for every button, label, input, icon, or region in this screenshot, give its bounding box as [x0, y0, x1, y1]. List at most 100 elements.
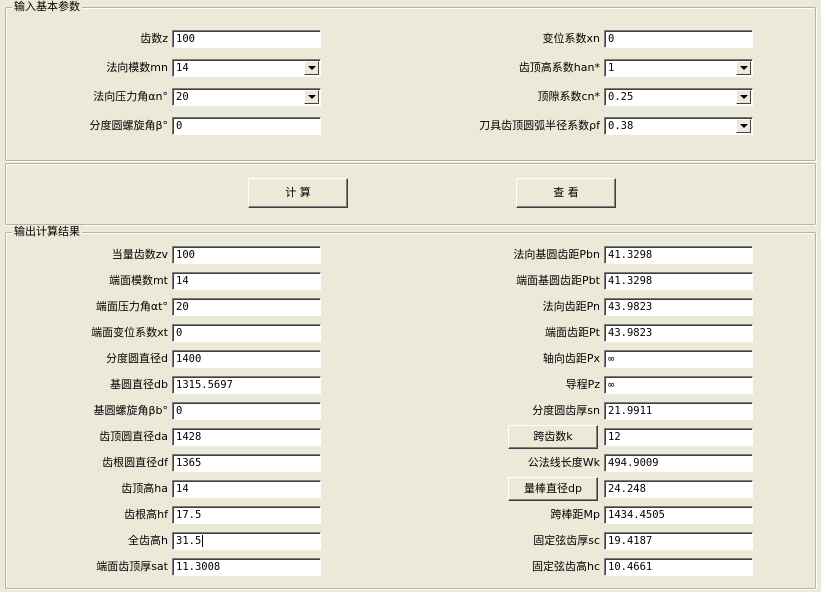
normal-module-value: 14 [176, 62, 189, 74]
pin-diameter-button[interactable]: 量棒直径dp [508, 477, 598, 501]
input-row-helix-angle: 分度圆螺旋角β° [0, 116, 168, 136]
tip-thickness-label: 端面齿顶厚sat [96, 560, 168, 573]
input-row-addendum-coef: 齿顶高系数han* [400, 58, 600, 78]
out-row-chordal-thickness: 固定弦齿厚sc [400, 531, 600, 551]
transverse-base-pitch-label: 端面基圆齿距Pbt [516, 274, 600, 287]
root-diameter-label: 齿根圆直径df [102, 456, 168, 469]
chevron-down-icon[interactable] [304, 61, 319, 75]
tip-thickness-value: 11.3008 [172, 558, 321, 576]
over-pins-value: 1434.4505 [604, 506, 753, 524]
whole-depth-field[interactable]: 31.5 [172, 532, 321, 550]
input-row-normal-module: 法向模数mn [0, 58, 168, 78]
output-group-title: 输出计算结果 [12, 225, 82, 239]
root-diameter-value: 1365 [172, 454, 321, 472]
out-row-tooth-thickness: 分度圆齿厚sn [400, 401, 600, 421]
normal-base-pitch-value: 41.3298 [604, 246, 753, 264]
normal-module-combo[interactable]: 14 [172, 59, 321, 77]
input-row-clearance-coef: 顶隙系数cn* [400, 87, 600, 107]
text-caret [202, 535, 204, 547]
tip-diameter-label: 齿顶圆直径da [99, 430, 168, 443]
helix-angle-input[interactable]: 0 [172, 117, 321, 135]
input-row-normal-pressure-angle: 法向压力角αn° [0, 87, 168, 107]
input-row-teeth: 齿数z [0, 29, 168, 49]
transverse-pitch-value: 43.9823 [604, 324, 753, 342]
normal-pressure-angle-label: 法向压力角αn° [93, 90, 168, 103]
normal-pitch-value: 43.9823 [604, 298, 753, 316]
tooth-thickness-label: 分度圆齿厚sn [532, 404, 600, 417]
base-tangent-length-label: 公法线长度Wk [527, 456, 600, 469]
base-diameter-value: 1315.5697 [172, 376, 321, 394]
dedendum-label: 齿根高hf [124, 508, 168, 521]
base-helix-angle-value: 0 [172, 402, 321, 420]
addendum-coef-value: 1 [608, 62, 615, 74]
addendum-label: 齿顶高ha [121, 482, 168, 495]
out-row-virtual-teeth: 当量齿数zv [0, 245, 168, 265]
transverse-module-label: 端面模数mt [108, 274, 168, 287]
out-row-transverse-shift: 端面变位系数xt [0, 323, 168, 343]
actions-group [5, 163, 816, 225]
out-row-base-tangent-length: 公法线长度Wk [400, 453, 600, 473]
out-row-addendum: 齿顶高ha [0, 479, 168, 499]
span-teeth-button[interactable]: 跨齿数k [508, 425, 598, 449]
profile-shift-label: 变位系数xn [542, 32, 600, 45]
out-row-normal-base-pitch: 法向基圆齿距Pbn [400, 245, 600, 265]
tip-radius-coef-label: 刀具齿顶圆弧半径系数ρf [479, 119, 600, 132]
out-row-dedendum: 齿根高hf [0, 505, 168, 525]
calculate-button[interactable]: 计 算 [248, 178, 348, 208]
out-row-chordal-height: 固定弦齿高hc [400, 557, 600, 577]
normal-pitch-label: 法向齿距Pn [542, 300, 600, 313]
normal-pressure-angle-value: 20 [176, 91, 189, 103]
clearance-coef-combo[interactable]: 0.25 [604, 88, 753, 106]
transverse-pressure-angle-value: 20 [172, 298, 321, 316]
input-row-profile-shift: 变位系数xn [400, 29, 600, 49]
transverse-shift-value: 0 [172, 324, 321, 342]
tip-diameter-value: 1428 [172, 428, 321, 446]
tip-radius-coef-combo[interactable]: 0.38 [604, 117, 753, 135]
out-row-transverse-module: 端面模数mt [0, 271, 168, 291]
chordal-thickness-label: 固定弦齿厚sc [533, 534, 600, 547]
normal-pressure-angle-combo[interactable]: 20 [172, 88, 321, 106]
transverse-pitch-label: 端面齿距Pt [545, 326, 600, 339]
transverse-shift-label: 端面变位系数xt [91, 326, 168, 339]
chordal-height-label: 固定弦齿高hc [531, 560, 600, 573]
whole-depth-label: 全齿高h [128, 534, 168, 547]
chordal-thickness-value: 19.4187 [604, 532, 753, 550]
chevron-down-icon[interactable] [736, 90, 751, 104]
out-row-axial-pitch: 轴向齿距Px [400, 349, 600, 369]
view-button[interactable]: 查 看 [516, 178, 616, 208]
out-row-transverse-pressure-angle: 端面压力角αt° [0, 297, 168, 317]
pitch-diameter-label: 分度圆直径d [106, 352, 168, 365]
chevron-down-icon[interactable] [736, 61, 751, 75]
over-pins-label: 跨棒距Mp [550, 508, 600, 521]
tooth-thickness-value: 21.9911 [604, 402, 753, 420]
addendum-value: 14 [172, 480, 321, 498]
out-row-root-diameter: 齿根圆直径df [0, 453, 168, 473]
clearance-coef-value: 0.25 [608, 91, 634, 103]
chordal-height-value: 10.4661 [604, 558, 753, 576]
tip-radius-coef-value: 0.38 [608, 120, 634, 132]
helix-angle-label: 分度圆螺旋角β° [89, 119, 168, 132]
input-row-tip-radius-coef: 刀具齿顶圆弧半径系数ρf [400, 116, 600, 136]
transverse-module-value: 14 [172, 272, 321, 290]
teeth-label: 齿数z [140, 32, 168, 45]
out-row-transverse-base-pitch: 端面基圆齿距Pbt [400, 271, 600, 291]
out-row-base-helix-angle: 基圆螺旋角βb° [0, 401, 168, 421]
virtual-teeth-value: 100 [172, 246, 321, 264]
virtual-teeth-label: 当量齿数zv [111, 248, 168, 261]
addendum-coef-combo[interactable]: 1 [604, 59, 753, 77]
whole-depth-value: 31.5 [176, 535, 202, 547]
chevron-down-icon[interactable] [736, 119, 751, 133]
transverse-pressure-angle-label: 端面压力角αt° [95, 300, 168, 313]
normal-base-pitch-label: 法向基圆齿距Pbn [513, 248, 600, 261]
lead-value: ∞ [604, 376, 753, 394]
transverse-base-pitch-value: 41.3298 [604, 272, 753, 290]
normal-module-label: 法向模数mn [106, 61, 168, 74]
pin-diameter-value: 24.248 [604, 480, 753, 498]
teeth-input[interactable]: 100 [172, 30, 321, 48]
out-row-pitch-diameter: 分度圆直径d [0, 349, 168, 369]
input-group-title: 输入基本参数 [12, 0, 82, 14]
profile-shift-input[interactable]: 0 [604, 30, 753, 48]
chevron-down-icon[interactable] [304, 90, 319, 104]
clearance-coef-label: 顶隙系数cn* [537, 90, 600, 103]
out-row-lead: 导程Pz [400, 375, 600, 395]
